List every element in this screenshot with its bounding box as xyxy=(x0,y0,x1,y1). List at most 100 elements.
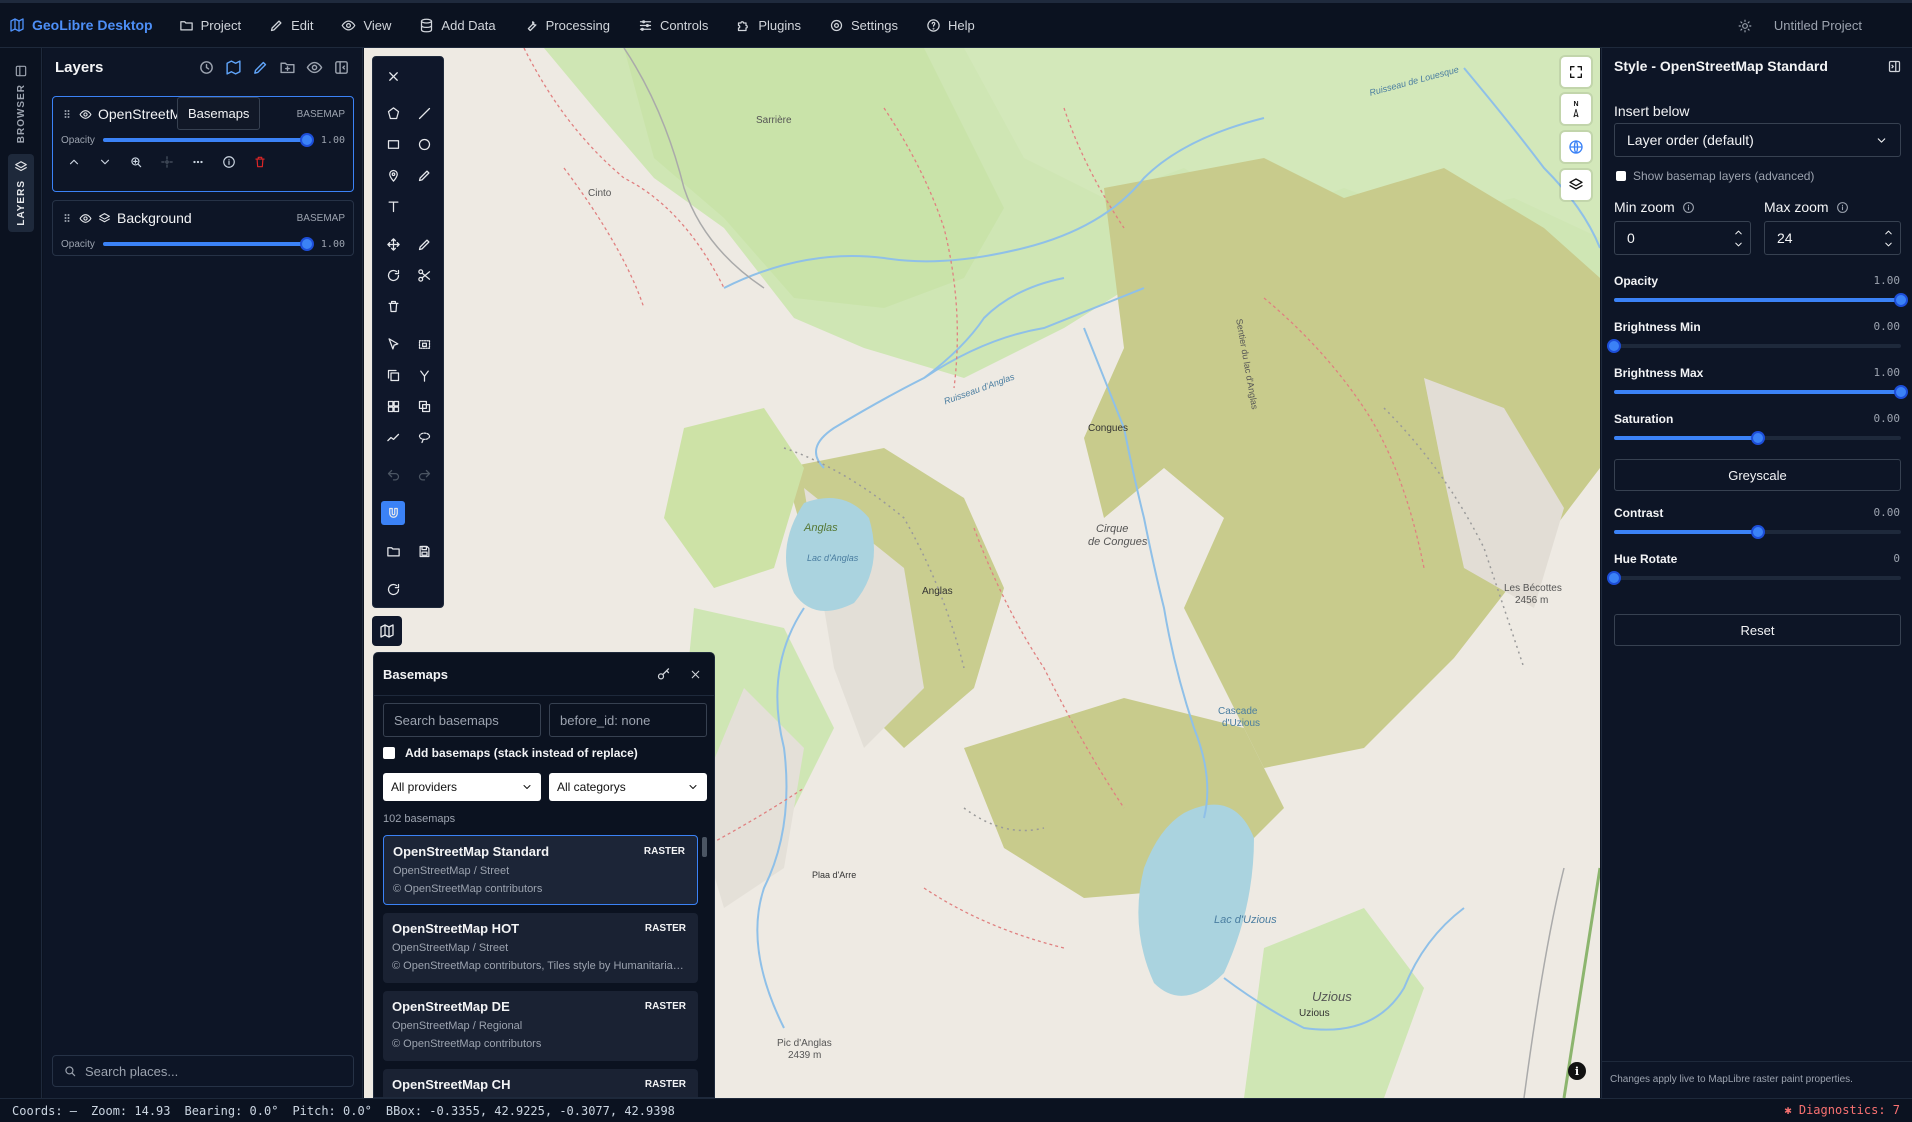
chevron-up-icon[interactable] xyxy=(1733,227,1744,238)
stepper[interactable] xyxy=(1733,227,1744,250)
menu-edit[interactable]: Edit xyxy=(255,1,327,49)
drag-handle-icon[interactable] xyxy=(61,108,73,120)
close-toolbar-button[interactable] xyxy=(381,64,405,88)
snap-toggle[interactable] xyxy=(381,501,405,525)
cut-tool[interactable] xyxy=(412,263,436,287)
reset-button[interactable]: Reset xyxy=(1614,614,1901,646)
close-icon[interactable] xyxy=(689,668,702,681)
copy-tool[interactable] xyxy=(381,363,405,387)
menu-add-data[interactable]: Add Data xyxy=(405,1,509,49)
menu-controls[interactable]: Controls xyxy=(624,1,722,49)
info-icon[interactable] xyxy=(1682,201,1695,214)
select-tool[interactable] xyxy=(381,332,405,356)
move-up-icon[interactable] xyxy=(67,155,81,169)
chevron-down-icon[interactable] xyxy=(1733,239,1744,250)
rectangle-tool[interactable] xyxy=(381,132,405,156)
box-select-tool[interactable] xyxy=(412,332,436,356)
opacity-slider[interactable] xyxy=(1614,293,1908,307)
greyscale-button[interactable]: Greyscale xyxy=(1614,459,1901,491)
grid-tool[interactable] xyxy=(381,394,405,418)
menu-settings[interactable]: Settings xyxy=(815,1,912,49)
identify-icon[interactable] xyxy=(160,155,174,169)
undo-button[interactable] xyxy=(381,463,405,487)
redo-button[interactable] xyxy=(412,463,436,487)
polygon-tool[interactable] xyxy=(381,101,405,125)
contrast-slider[interactable] xyxy=(1614,525,1901,539)
chevron-down-icon[interactable] xyxy=(1883,239,1894,250)
compass-button[interactable]: N xyxy=(1561,94,1591,124)
zoom-to-layer-icon[interactable] xyxy=(129,155,143,169)
stack-checkbox[interactable] xyxy=(383,747,395,759)
search-basemaps-input[interactable]: Search basemaps xyxy=(383,703,541,737)
text-tool[interactable] xyxy=(381,194,405,218)
move-tool[interactable] xyxy=(381,232,405,256)
brightness-max-slider[interactable] xyxy=(1614,385,1908,399)
eye-icon[interactable] xyxy=(306,59,323,76)
basemap-item[interactable]: OpenStreetMap DE RASTER OpenStreetMap / … xyxy=(383,991,698,1061)
delete-tool[interactable] xyxy=(381,294,405,318)
basemap-toggle-button[interactable] xyxy=(372,616,402,646)
marker-tool[interactable] xyxy=(381,163,405,187)
basemap-icon[interactable] xyxy=(225,59,242,76)
insert-below-select[interactable]: Layer order (default) xyxy=(1614,123,1901,157)
lasso-tool[interactable] xyxy=(412,425,436,449)
info-icon[interactable] xyxy=(1836,201,1849,214)
collapse-panel-icon[interactable] xyxy=(333,59,350,76)
union-tool[interactable] xyxy=(412,394,436,418)
app-brand[interactable]: GeoLibre Desktop xyxy=(0,17,153,33)
sun-icon[interactable] xyxy=(1738,19,1752,33)
attribution-icon[interactable]: i xyxy=(1568,1062,1586,1080)
search-places-input[interactable]: Search places... xyxy=(52,1055,354,1087)
before-id-input[interactable]: before_id: none xyxy=(549,703,707,737)
show-basemap-checkbox[interactable] xyxy=(1616,171,1626,181)
basemap-item[interactable]: OpenStreetMap HOT RASTER OpenStreetMap /… xyxy=(383,913,698,983)
add-folder-icon[interactable] xyxy=(279,59,296,76)
brightness-min-slider[interactable] xyxy=(1607,339,1901,353)
rail-layers[interactable]: LAYERS xyxy=(8,154,34,232)
layer-card-background[interactable]: Background BASEMAP Opacity 1.00 xyxy=(52,200,354,256)
menu-view[interactable]: View xyxy=(327,1,405,49)
globe-button[interactable] xyxy=(1561,132,1591,162)
rail-browser[interactable]: BROWSER xyxy=(8,58,34,149)
save-file-button[interactable] xyxy=(412,539,436,563)
menu-plugins[interactable]: Plugins xyxy=(722,1,815,49)
rotate-tool[interactable] xyxy=(381,263,405,287)
max-zoom-input[interactable]: 24 xyxy=(1764,221,1901,255)
menu-processing[interactable]: Processing xyxy=(510,1,624,49)
hue-rotate-slider[interactable] xyxy=(1607,571,1901,585)
min-zoom-input[interactable]: 0 xyxy=(1614,221,1751,255)
menu-help[interactable]: Help xyxy=(912,1,989,49)
basemap-item[interactable]: OpenStreetMap Standard RASTER OpenStreet… xyxy=(383,835,698,905)
freehand-tool[interactable] xyxy=(412,163,436,187)
chevron-up-icon[interactable] xyxy=(1883,227,1894,238)
layer-opacity-slider[interactable] xyxy=(102,133,314,147)
scrollbar-thumb[interactable] xyxy=(702,837,707,857)
move-down-icon[interactable] xyxy=(98,155,112,169)
category-select[interactable]: All categorys xyxy=(549,773,707,801)
open-file-button[interactable] xyxy=(381,539,405,563)
provider-select[interactable]: All providers xyxy=(383,773,541,801)
eye-icon[interactable] xyxy=(79,108,92,121)
eye-icon[interactable] xyxy=(79,212,92,225)
stepper[interactable] xyxy=(1883,227,1894,250)
layers-control-button[interactable] xyxy=(1561,170,1591,200)
circle-tool[interactable] xyxy=(412,132,436,156)
line-tool[interactable] xyxy=(412,101,436,125)
drag-handle-icon[interactable] xyxy=(61,212,73,224)
info-icon[interactable] xyxy=(222,155,236,169)
reset-toolbar-button[interactable] xyxy=(381,577,405,601)
more-icon[interactable] xyxy=(191,155,205,169)
menu-project[interactable]: Project xyxy=(165,1,255,49)
layer-opacity-slider[interactable] xyxy=(102,237,314,251)
fullscreen-button[interactable] xyxy=(1561,57,1591,87)
edit-tool[interactable] xyxy=(412,232,436,256)
basemap-item[interactable]: OpenStreetMap CH RASTER xyxy=(383,1069,698,1097)
refresh-icon[interactable] xyxy=(198,59,215,76)
layer-name[interactable]: Background xyxy=(117,210,291,226)
diagnostics-button[interactable]: ✱ Diagnostics: 7 xyxy=(1784,1103,1900,1117)
collapse-panel-icon[interactable] xyxy=(1887,59,1902,74)
delete-icon[interactable] xyxy=(253,155,267,169)
draw-icon[interactable] xyxy=(252,59,269,76)
saturation-slider[interactable] xyxy=(1614,431,1901,445)
split-tool[interactable] xyxy=(412,363,436,387)
